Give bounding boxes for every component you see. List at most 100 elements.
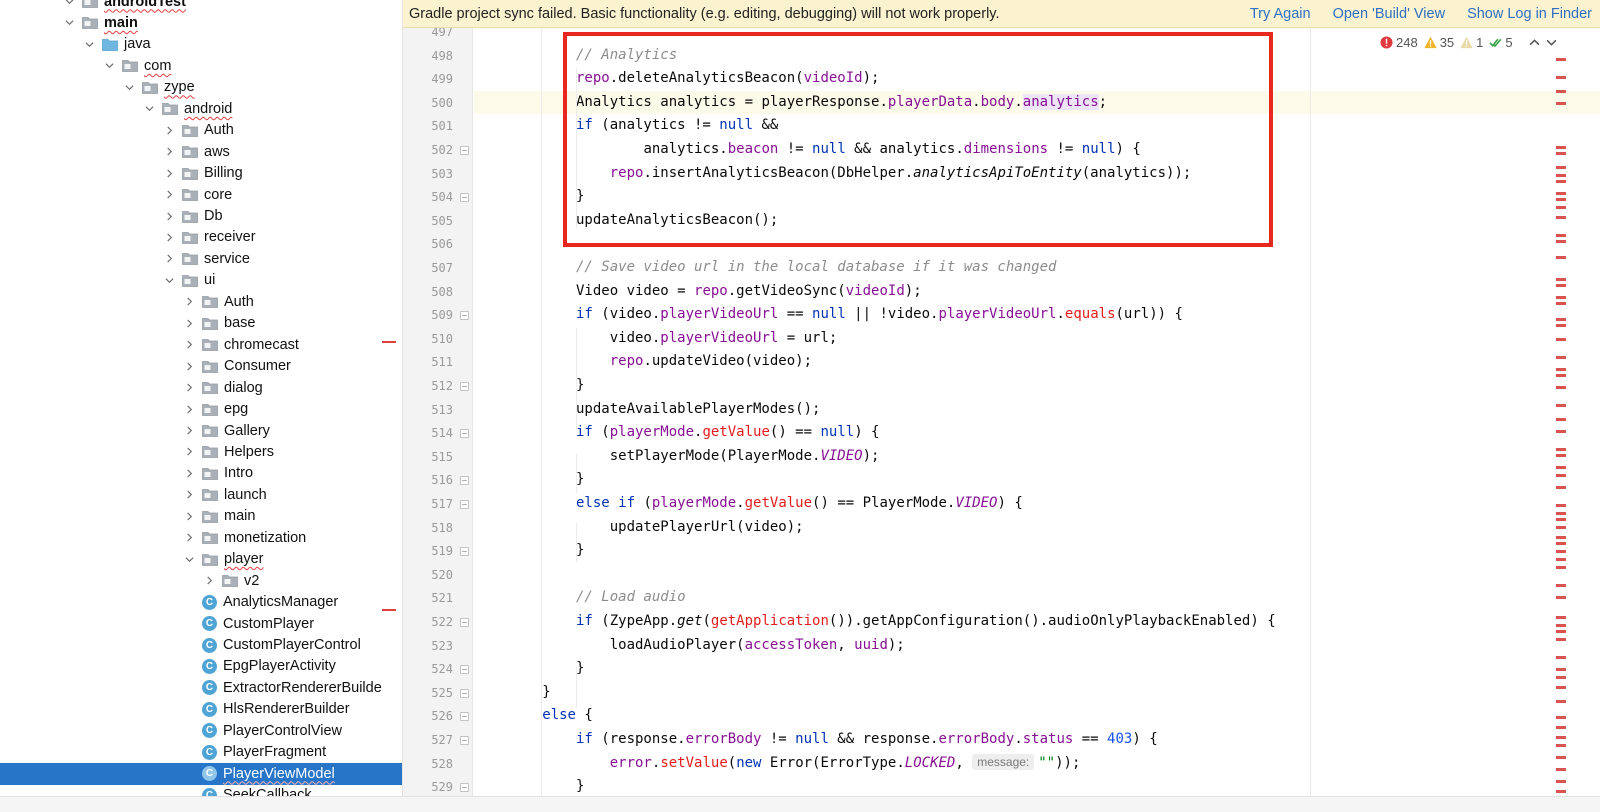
error-stripe-mark[interactable] (1556, 430, 1566, 433)
tree-item-receiver[interactable]: receiver (0, 226, 402, 248)
chevron-right-icon[interactable] (182, 445, 196, 459)
tree-item-com[interactable]: com (0, 55, 402, 77)
fold-marker-icon[interactable] (460, 429, 469, 439)
tree-item-v2[interactable]: v2 (0, 570, 402, 592)
tree-item-dialog[interactable]: dialog (0, 377, 402, 399)
error-stripe-mark[interactable] (1556, 404, 1566, 407)
open-build-view-link[interactable]: Open 'Build' View (1333, 6, 1445, 22)
error-stripe-mark[interactable] (1556, 198, 1566, 201)
error-count[interactable]: 248 (1380, 35, 1418, 50)
error-stripe-mark[interactable] (1556, 744, 1566, 747)
tree-item-intro[interactable]: Intro (0, 462, 402, 484)
error-stripe-mark[interactable] (1556, 102, 1566, 105)
code-line[interactable]: video.playerVideoUrl = url; (474, 327, 1600, 351)
chevron-right-icon[interactable] (182, 466, 196, 480)
tree-item-playerfragment[interactable]: C PlayerFragment (0, 741, 402, 763)
error-stripe-mark[interactable] (1556, 256, 1566, 259)
code-line[interactable]: } (474, 539, 1600, 563)
tree-item-zype[interactable]: zype (0, 76, 402, 98)
error-stripe-mark[interactable] (1556, 526, 1566, 529)
tree-item-hlsrendererbuilder[interactable]: C HlsRendererBuilder (0, 698, 402, 720)
chevron-down-icon[interactable] (62, 0, 76, 9)
error-stripe-mark[interactable] (1556, 536, 1566, 539)
error-stripe-mark[interactable] (1556, 780, 1566, 783)
tree-item-launch[interactable]: launch (0, 484, 402, 506)
error-stripe-mark[interactable] (1556, 624, 1566, 627)
error-stripe-mark[interactable] (1556, 656, 1566, 659)
chevron-right-icon[interactable] (182, 402, 196, 416)
project-tree[interactable]: androidTest main java com zype android Auth aws… (0, 0, 403, 812)
code-line[interactable]: if (ZypeApp.get(getApplication()).getApp… (474, 610, 1600, 634)
code-line[interactable]: } (474, 657, 1600, 681)
error-stripe-mark[interactable] (1556, 584, 1566, 587)
error-stripe-mark[interactable] (1556, 386, 1566, 389)
code-line[interactable]: else { (474, 704, 1600, 728)
error-stripe[interactable] (1556, 56, 1568, 796)
code-line[interactable]: error.setValue(new Error(ErrorType.LOCKE… (474, 752, 1600, 776)
chevron-right-icon[interactable] (182, 359, 196, 373)
error-stripe-mark[interactable] (1556, 756, 1566, 759)
error-stripe-mark[interactable] (1556, 448, 1566, 451)
error-stripe-mark[interactable] (1556, 566, 1566, 569)
code-line[interactable]: } (474, 681, 1600, 705)
show-log-in-finder-link[interactable]: Show Log in Finder (1467, 6, 1592, 22)
code-line[interactable]: analytics.beacon != null && analytics.di… (474, 138, 1600, 162)
code-line[interactable]: loadAudioPlayer(accessToken, uuid); (474, 634, 1600, 658)
tree-item-helpers[interactable]: Helpers (0, 441, 402, 463)
code-line[interactable]: setPlayerMode(PlayerMode.VIDEO); (474, 445, 1600, 469)
fold-marker-icon[interactable] (460, 736, 469, 745)
error-stripe-mark[interactable] (1556, 302, 1566, 305)
fold-marker-icon[interactable] (460, 618, 469, 627)
error-stripe-mark[interactable] (1556, 192, 1566, 195)
tree-item-ui[interactable]: ui (0, 269, 402, 291)
chevron-down-icon[interactable] (162, 273, 176, 287)
code-line[interactable]: Video video = repo.getVideoSync(videoId)… (474, 280, 1600, 304)
code-line[interactable]: updateAnalyticsBeacon(); (474, 209, 1600, 233)
chevron-right-icon[interactable] (162, 123, 176, 137)
error-stripe-mark[interactable] (1556, 716, 1566, 719)
error-stripe-mark[interactable] (1556, 768, 1566, 771)
error-stripe-mark[interactable] (1556, 166, 1566, 169)
tree-item-billing[interactable]: Billing (0, 162, 402, 184)
fold-marker-icon[interactable] (460, 547, 469, 557)
code-line[interactable]: } (474, 374, 1600, 398)
tree-item-auth[interactable]: Auth (0, 119, 402, 141)
tree-item-main[interactable]: main (0, 12, 402, 34)
fold-marker-icon[interactable] (460, 311, 469, 321)
code-line[interactable]: repo.updateVideo(video); (474, 350, 1600, 374)
chevron-down-icon[interactable] (62, 16, 76, 30)
chevron-right-icon[interactable] (182, 338, 196, 352)
chevron-right-icon[interactable] (182, 316, 196, 330)
code-line[interactable]: if (video.playerVideoUrl == null || !vid… (474, 303, 1600, 327)
code-line[interactable]: updatePlayerUrl(video); (474, 516, 1600, 540)
tree-item-chromecast[interactable]: chromecast (0, 334, 402, 356)
error-stripe-mark[interactable] (1556, 374, 1566, 377)
error-stripe-mark[interactable] (1556, 454, 1566, 457)
code-line[interactable]: else if (playerMode.getValue() == Player… (474, 492, 1600, 516)
error-stripe-mark[interactable] (1556, 736, 1566, 739)
tree-item-androidtest[interactable]: androidTest (0, 0, 402, 13)
code-line[interactable] (474, 563, 1600, 587)
error-stripe-mark[interactable] (1556, 512, 1566, 515)
error-stripe-mark[interactable] (1556, 368, 1566, 371)
error-stripe-mark[interactable] (1556, 630, 1566, 633)
warning-count[interactable]: 35 (1424, 35, 1454, 50)
error-stripe-mark[interactable] (1556, 474, 1566, 477)
code-line[interactable]: if (playerMode.getValue() == null) { (474, 421, 1600, 445)
try-again-link[interactable]: Try Again (1250, 6, 1311, 22)
chevron-right-icon[interactable] (182, 488, 196, 502)
fold-marker-icon[interactable] (460, 688, 469, 698)
inspection-widget[interactable]: 248 35 1 5 (1380, 33, 1557, 51)
tree-item-playercontrolview[interactable]: C PlayerControlView (0, 720, 402, 742)
fold-marker-icon[interactable] (460, 193, 469, 203)
error-stripe-mark[interactable] (1556, 676, 1566, 679)
error-stripe-mark[interactable] (1556, 174, 1566, 177)
error-stripe-mark[interactable] (1556, 180, 1566, 183)
fold-marker-icon[interactable] (460, 665, 469, 675)
chevron-down-icon[interactable] (102, 59, 116, 73)
chevron-up-icon[interactable] (1529, 37, 1540, 48)
error-stripe-mark[interactable] (1556, 216, 1566, 219)
chevron-right-icon[interactable] (162, 188, 176, 202)
tree-item-customplayer[interactable]: C CustomPlayer (0, 613, 402, 635)
error-stripe-mark[interactable] (1556, 504, 1566, 507)
